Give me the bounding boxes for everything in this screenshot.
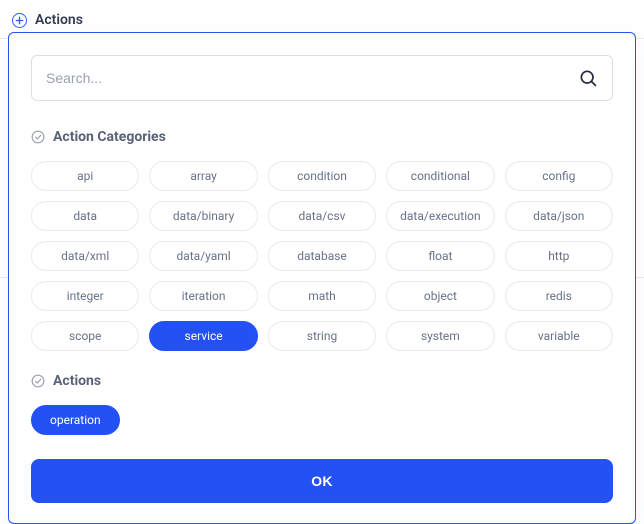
- check-circle-icon: [31, 130, 45, 144]
- category-chip-redis[interactable]: redis: [505, 281, 613, 311]
- category-chip-array[interactable]: array: [149, 161, 257, 191]
- chip-label: http: [548, 249, 569, 263]
- chip-label: data/csv: [298, 209, 345, 223]
- category-chip-data-csv[interactable]: data/csv: [268, 201, 376, 231]
- category-chip-config[interactable]: config: [505, 161, 613, 191]
- chip-label: redis: [546, 289, 572, 303]
- chip-label: service: [185, 329, 223, 343]
- category-chip-api[interactable]: api: [31, 161, 139, 191]
- chip-label: object: [424, 289, 457, 303]
- search-field[interactable]: [31, 55, 613, 101]
- category-chip-math[interactable]: math: [268, 281, 376, 311]
- chip-label: integer: [67, 289, 104, 303]
- categories-title: Action Categories: [53, 129, 166, 145]
- chip-label: conditional: [411, 169, 470, 183]
- actions-row: operation: [31, 405, 613, 435]
- actions-header: Actions: [31, 373, 613, 389]
- category-chip-service[interactable]: service: [149, 321, 257, 351]
- category-chip-data-execution[interactable]: data/execution: [386, 201, 494, 231]
- category-chip-iteration[interactable]: iteration: [149, 281, 257, 311]
- chip-label: config: [542, 169, 575, 183]
- chip-label: data/execution: [400, 209, 480, 223]
- chip-label: data/xml: [61, 249, 109, 263]
- category-chip-data-xml[interactable]: data/xml: [31, 241, 139, 271]
- category-chip-condition[interactable]: condition: [268, 161, 376, 191]
- category-chip-string[interactable]: string: [268, 321, 376, 351]
- page-title: Actions: [35, 12, 83, 28]
- chip-label: operation: [50, 413, 101, 427]
- chip-label: condition: [297, 169, 347, 183]
- chip-label: array: [190, 169, 217, 183]
- chip-label: math: [308, 289, 336, 303]
- search-icon: [578, 68, 598, 88]
- category-chip-data-binary[interactable]: data/binary: [149, 201, 257, 231]
- category-chip-http[interactable]: http: [505, 241, 613, 271]
- chip-label: database: [297, 249, 347, 263]
- chip-label: data/binary: [173, 209, 234, 223]
- category-chip-data-json[interactable]: data/json: [505, 201, 613, 231]
- check-circle-icon: [31, 374, 45, 388]
- category-chip-object[interactable]: object: [386, 281, 494, 311]
- chip-label: system: [421, 329, 460, 343]
- ok-button[interactable]: OK: [31, 459, 613, 503]
- chip-label: api: [77, 169, 93, 183]
- search-input[interactable]: [46, 70, 578, 86]
- category-chip-data[interactable]: data: [31, 201, 139, 231]
- categories-header: Action Categories: [31, 129, 613, 145]
- category-chip-system[interactable]: system: [386, 321, 494, 351]
- category-chip-scope[interactable]: scope: [31, 321, 139, 351]
- chip-label: iteration: [182, 289, 226, 303]
- chip-label: scope: [69, 329, 101, 343]
- chip-label: string: [307, 329, 337, 343]
- category-chip-conditional[interactable]: conditional: [386, 161, 494, 191]
- actions-panel: Action Categories api array condition condi…: [8, 32, 636, 524]
- category-chip-data-yaml[interactable]: data/yaml: [149, 241, 257, 271]
- category-chip-database[interactable]: database: [268, 241, 376, 271]
- action-chip-operation[interactable]: operation: [31, 405, 120, 435]
- category-chip-integer[interactable]: integer: [31, 281, 139, 311]
- chip-label: data/json: [533, 209, 584, 223]
- category-chip-variable[interactable]: variable: [505, 321, 613, 351]
- actions-title: Actions: [53, 373, 101, 389]
- chip-label: data/yaml: [176, 249, 230, 263]
- category-chip-float[interactable]: float: [386, 241, 494, 271]
- chip-label: float: [428, 249, 452, 263]
- chip-label: variable: [538, 329, 580, 343]
- plus-circle-icon[interactable]: [12, 13, 27, 28]
- categories-grid: api array condition conditional config data da…: [31, 161, 613, 351]
- chip-label: data: [73, 209, 97, 223]
